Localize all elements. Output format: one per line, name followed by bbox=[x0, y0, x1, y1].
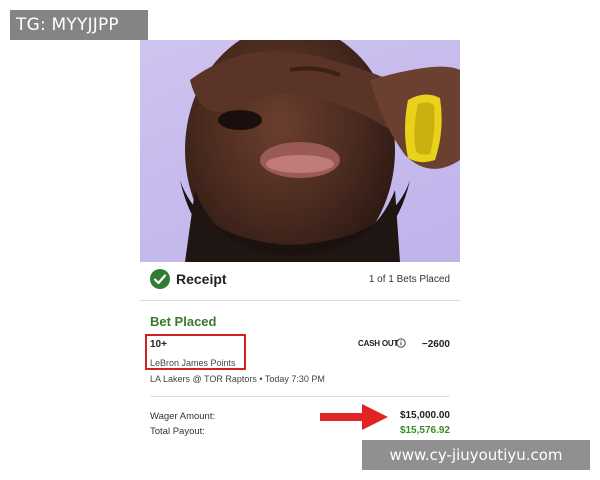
bet-odds: −2600 bbox=[421, 339, 450, 350]
telegram-tag-overlay: TG: MYYJJPP bbox=[10, 10, 148, 40]
wager-amount-label: Wager Amount: bbox=[150, 411, 216, 422]
bets-placed-count: 1 of 1 Bets Placed bbox=[368, 274, 450, 285]
cash-out-button[interactable]: CASH OUT bbox=[358, 339, 398, 348]
player-photo-art bbox=[180, 40, 460, 262]
player-photo bbox=[140, 40, 460, 262]
section-divider bbox=[150, 396, 450, 397]
receipt-title: Receipt bbox=[176, 271, 227, 287]
receipt-header: Receipt 1 of 1 Bets Placed bbox=[140, 262, 460, 301]
wager-amount-value: $15,000.00 bbox=[399, 410, 450, 421]
bet-market: LeBron James Points bbox=[150, 358, 236, 368]
bet-status: Bet Placed bbox=[150, 314, 217, 329]
bet-selection: 10+ bbox=[150, 339, 167, 350]
site-watermark: www.cy-jiuyoutiyu.com bbox=[362, 440, 590, 470]
arrow-right-icon bbox=[320, 404, 388, 430]
total-payout-value: $15,576.92 bbox=[399, 425, 450, 436]
check-circle-icon bbox=[150, 269, 170, 289]
game-info: LA Lakers @ TOR Raptors • Today 7:30 PM bbox=[150, 374, 325, 384]
total-payout-label: Total Payout: bbox=[150, 426, 205, 437]
info-icon[interactable] bbox=[396, 338, 406, 348]
